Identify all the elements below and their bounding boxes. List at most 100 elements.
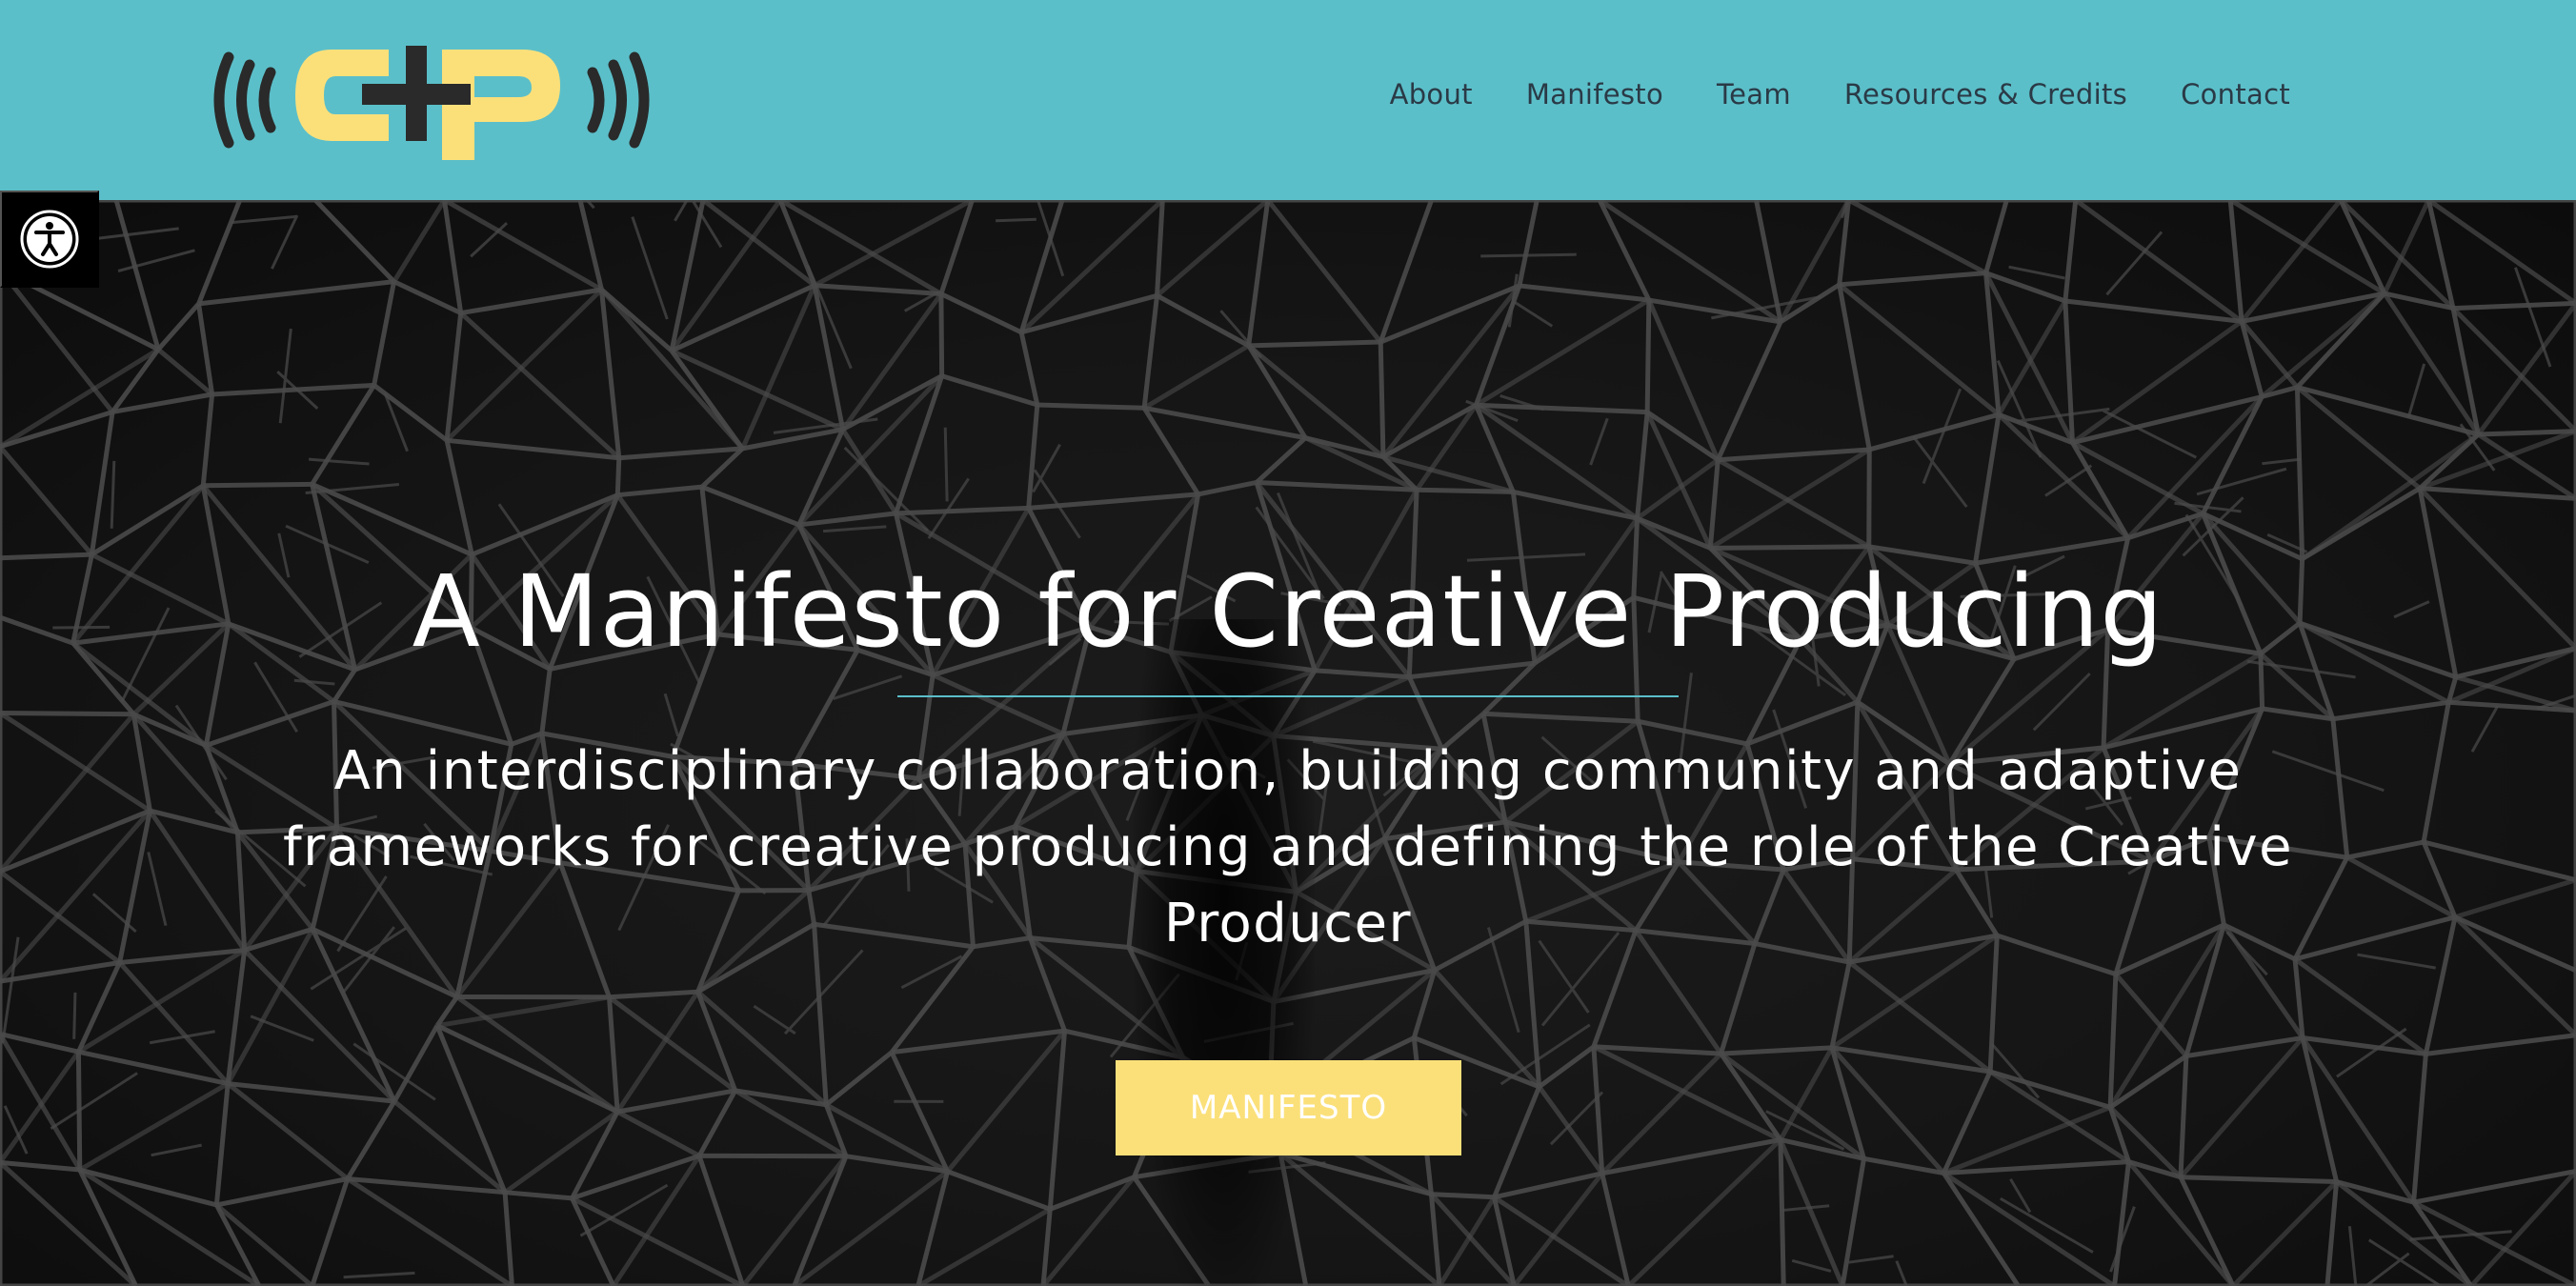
network-line	[1778, 1138, 1845, 1286]
network-line	[2332, 699, 2449, 722]
accessibility-toggle-button[interactable]	[0, 191, 99, 288]
network-line	[459, 311, 621, 460]
network-line	[1942, 1171, 2116, 1286]
network-line	[1838, 282, 2001, 417]
network-line	[2180, 1175, 2337, 1185]
network-line	[392, 279, 462, 315]
network-line	[1141, 295, 1159, 409]
hero-section: A Manifesto for Creative Producing An in…	[0, 200, 2576, 1286]
network-line	[1636, 457, 1720, 521]
network-line	[113, 200, 161, 351]
network-line	[1989, 1069, 2111, 1110]
network-line	[614, 457, 622, 495]
network-line	[0, 347, 160, 449]
network-line	[2453, 914, 2576, 1037]
network-line	[343, 1271, 415, 1279]
network-line	[1032, 443, 1061, 493]
network-line	[226, 1081, 350, 1181]
network-line	[2478, 429, 2576, 437]
network-line	[2452, 300, 2576, 311]
network-line	[2008, 265, 2065, 280]
nav-link-manifesto[interactable]: Manifesto	[1526, 78, 1663, 111]
network-line	[2454, 914, 2576, 974]
network-line	[946, 1169, 1052, 1212]
site-logo[interactable]	[208, 38, 655, 162]
network-line	[346, 1176, 513, 1286]
nav-link-resources-credits[interactable]: Resources & Credits	[1844, 78, 2127, 111]
network-line	[242, 948, 396, 1103]
network-line	[2179, 1035, 2304, 1179]
network-line	[1026, 404, 1040, 509]
network-line	[932, 673, 1064, 736]
network-line	[231, 214, 298, 225]
network-line	[2409, 1230, 2512, 1241]
network-line	[615, 1109, 701, 1158]
network-line	[372, 281, 396, 386]
network-line	[2185, 1035, 2304, 1059]
network-line	[2454, 877, 2576, 920]
network-line	[1983, 200, 2009, 274]
network-line	[1721, 1045, 1833, 1056]
network-line	[0, 713, 136, 874]
network-line	[214, 1202, 314, 1286]
network-line	[891, 1028, 1065, 1055]
network-line	[0, 410, 113, 450]
network-line	[308, 457, 370, 466]
network-line	[443, 200, 603, 292]
network-line	[1473, 285, 1522, 407]
nav-link-about[interactable]: About	[1390, 78, 1473, 111]
network-line	[609, 989, 698, 1000]
network-line	[1197, 480, 1258, 497]
network-line	[618, 446, 743, 461]
network-line	[1791, 1258, 1832, 1273]
network-line	[598, 289, 622, 458]
network-line	[2196, 467, 2287, 496]
network-line	[444, 312, 464, 441]
site-header: About Manifesto Team Resources & Credits…	[0, 0, 2576, 200]
network-line	[79, 1167, 217, 1208]
network-line	[147, 852, 168, 927]
network-line	[2231, 1179, 2339, 1286]
network-line	[1480, 252, 1577, 258]
network-line	[215, 1176, 349, 1208]
network-line	[840, 292, 943, 432]
network-line	[1778, 200, 1851, 324]
nav-link-team[interactable]: Team	[1717, 78, 1791, 111]
network-line	[503, 1110, 619, 1195]
network-line	[896, 505, 1029, 516]
network-line	[1537, 1085, 1604, 1175]
network-line	[293, 678, 335, 686]
network-line	[441, 200, 464, 313]
network-line	[0, 960, 120, 984]
network-line	[2294, 387, 2305, 559]
network-line	[1717, 457, 1871, 549]
network-line	[2421, 701, 2451, 843]
network-line	[1519, 283, 1650, 303]
network-line	[1040, 1209, 1053, 1286]
network-line	[1837, 284, 1872, 451]
network-line	[75, 1052, 83, 1171]
network-line	[392, 1024, 440, 1103]
network-line	[1868, 412, 2000, 452]
network-line	[2411, 1054, 2428, 1203]
network-line	[2412, 1199, 2576, 1286]
network-line	[310, 384, 376, 486]
network-line	[1598, 200, 1782, 325]
network-line	[1591, 1046, 1605, 1174]
network-line	[741, 427, 844, 452]
network-line	[940, 373, 1038, 408]
network-line	[2406, 363, 2426, 418]
network-line	[2017, 407, 2110, 423]
network-line	[1155, 200, 1165, 296]
network-line	[1942, 1172, 2021, 1286]
manifesto-cta-button[interactable]: MANIFESTO	[1116, 1060, 1461, 1155]
network-line	[435, 1023, 619, 1115]
network-line	[2324, 1181, 2340, 1286]
network-line	[916, 1207, 1052, 1286]
network-line	[310, 1177, 351, 1286]
nav-link-contact[interactable]: Contact	[2181, 78, 2290, 111]
network-line	[111, 348, 161, 413]
network-line	[2262, 457, 2302, 466]
network-line	[617, 484, 703, 498]
network-line	[372, 383, 449, 443]
